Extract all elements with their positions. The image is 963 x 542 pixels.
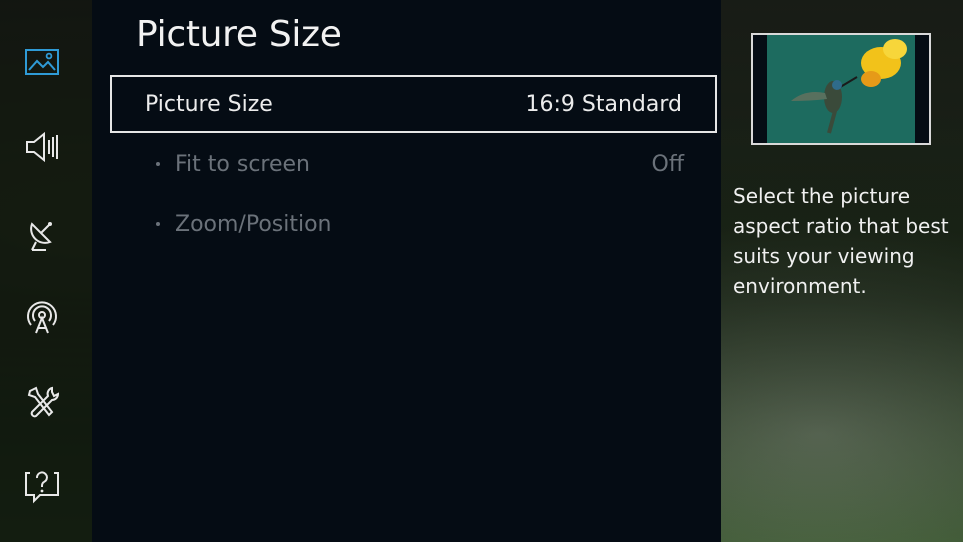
preview-thumbnail (751, 33, 931, 145)
sound-icon[interactable] (22, 127, 62, 167)
menu-item-label: Picture Size (145, 91, 273, 117)
page-title: Picture Size (136, 14, 342, 55)
menu-item-picture-size[interactable]: Picture Size 16:9 Standard (110, 75, 717, 133)
support-icon[interactable] (22, 465, 62, 505)
settings-sidebar (0, 0, 92, 542)
bullet-dot-icon (156, 162, 160, 166)
system-tools-icon[interactable] (22, 382, 62, 422)
picture-icon[interactable] (22, 42, 62, 82)
menu-item-value: Off (651, 151, 684, 177)
bullet-dot-icon (156, 222, 160, 226)
menu-item-value: 16:9 Standard (525, 91, 682, 117)
settings-panel: Picture Size Picture Size 16:9 Standard … (92, 0, 721, 542)
network-icon[interactable] (22, 297, 62, 337)
menu-item-zoom-position[interactable]: Zoom/Position (110, 195, 717, 253)
menu-item-fit-to-screen[interactable]: Fit to screen Off (110, 135, 717, 193)
help-area: Select the picture aspect ratio that bes… (721, 0, 963, 542)
menu-item-label: Zoom/Position (175, 211, 332, 237)
menu-item-label: Fit to screen (175, 151, 310, 177)
help-description: Select the picture aspect ratio that bes… (733, 184, 949, 298)
broadcasting-icon[interactable] (22, 214, 62, 254)
